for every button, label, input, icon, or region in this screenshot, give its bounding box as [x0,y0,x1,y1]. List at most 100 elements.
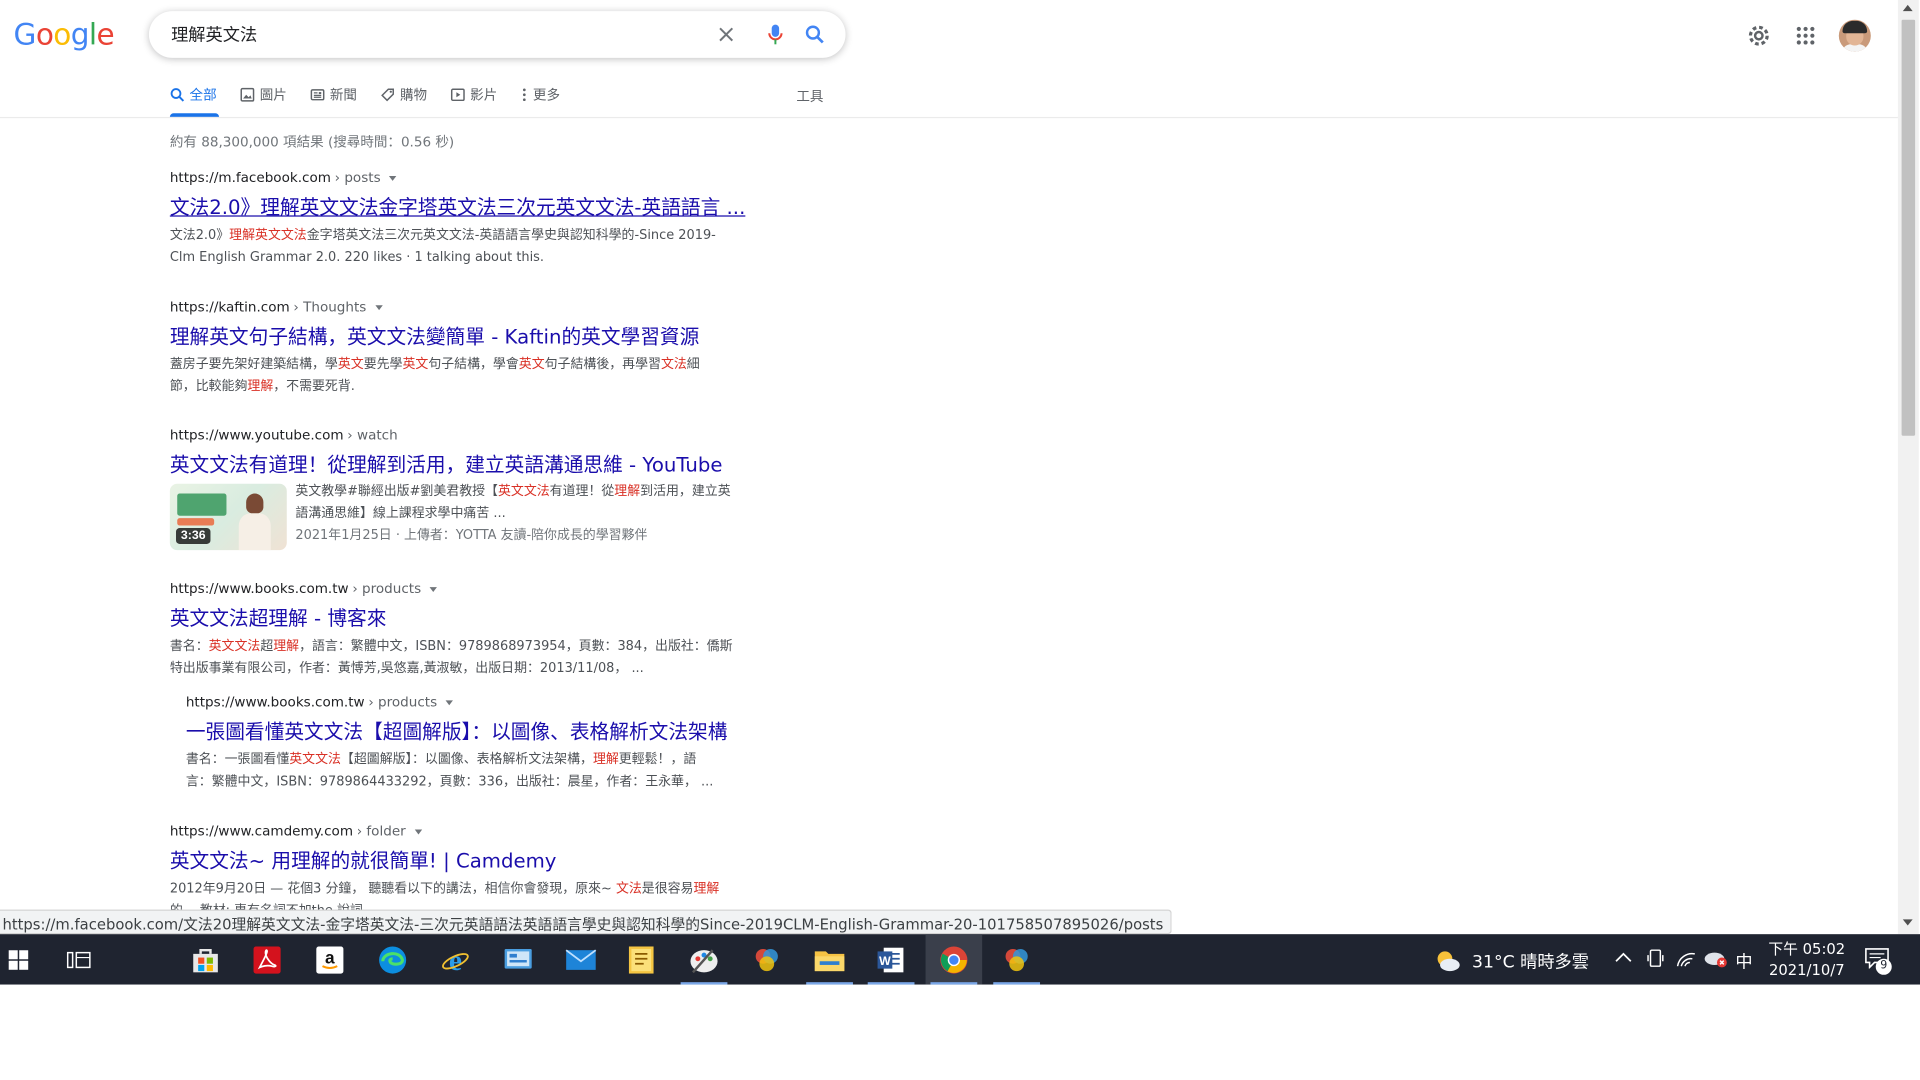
result-title-link[interactable]: 文法2.0》理解英文文法金字塔英文法三次元英文文法-英語語言 ... [170,194,773,221]
result-domain: https://www.books.com.tw [185,694,365,711]
clock-date[interactable]: 2021/10/7 [1763,961,1852,978]
result-stats: 約有 88,300,000 項結果 (搜尋時間：0.56 秒) [169,134,455,151]
thumbnail-board [177,493,227,516]
snippet-text: 句子結構後，再學習 [544,356,661,372]
tab-news[interactable]: 新聞 [310,84,357,106]
taskbar-chrome[interactable] [925,934,983,985]
result-menu-arrow-icon[interactable] [374,304,383,310]
result-url[interactable]: https://kaftin.com › Thoughts [170,298,773,316]
taskbar-paint[interactable] [676,934,733,985]
chevron-up-icon[interactable] [1615,951,1632,963]
scrollbar-thumb[interactable] [1901,19,1916,436]
video-thumbnail[interactable]: 3:36 [169,483,287,551]
snippet-highlight: 理解 [273,638,300,654]
taskbar-store[interactable] [177,934,234,984]
color-app-icon [1005,948,1028,971]
tab-videos[interactable]: 影片 [450,84,497,106]
snippet-highlight: 英文文法 [497,483,550,499]
result-menu-arrow-icon[interactable] [429,586,438,592]
start-button[interactable] [0,934,47,984]
desktop-below-taskbar [0,984,1920,1080]
taskbar-control-panel[interactable] [490,934,547,984]
task-view-icon [66,951,91,968]
snippet-line: 語溝通思維】線上課程求學中痛苦 ... [295,505,506,521]
taskbar-mail[interactable] [553,934,610,984]
snippet-highlight: 英文 [337,356,364,372]
snippet-line: 書名：英文文法超理解，語言：繁體中文，ISBN：9789868973954，頁數… [170,635,773,657]
ime-indicator[interactable]: 中 [1735,949,1752,974]
result-menu-arrow-icon[interactable] [389,175,397,181]
result-title-link[interactable]: 英文文法~ 用理解的就很簡單! | Camdemy [170,848,773,875]
snippet-highlight: 英文文法 [289,752,341,767]
onedrive-status-icon[interactable] [1703,949,1728,969]
snippet-highlight: 英文 [518,356,545,372]
snippet-text: 是很容易 [641,881,694,897]
amazon-icon: a [316,945,344,973]
result-domain: https://www.camdemy.com [169,823,354,840]
settings-gear-icon[interactable] [1744,21,1774,51]
snippet-highlight: 理解 [693,881,720,897]
result-title-link[interactable]: 英文文法有道理！從理解到活用，建立英語溝通思維 - YouTube [170,452,773,479]
search-icon[interactable] [802,22,827,47]
result-menu-arrow-icon[interactable] [445,699,454,705]
taskbar-acrobat[interactable] [239,934,296,984]
result-snippet: 文法2.0》理解英文文法金字塔英文法三次元英文文法-英語語言學史與認知科學的-S… [170,224,773,268]
result-domain: https://www.youtube.com [169,427,344,444]
clock-time[interactable]: 下午 05:02 [1763,938,1852,959]
clear-icon[interactable] [714,22,739,47]
result-menu-arrow-icon[interactable] [414,828,422,834]
result-domain: https://www.books.com.tw [169,580,349,597]
taskbar-file-explorer[interactable] [801,934,858,985]
google-logo[interactable]: Google [14,17,115,51]
device-icon[interactable] [1647,949,1664,969]
taskbar-amazon[interactable]: a [302,934,359,984]
scroll-down-arrow-icon[interactable] [1902,919,1913,926]
snippet-text: 書名： [169,638,209,654]
weather-text[interactable]: 31°C 晴時多雲 [1472,949,1589,974]
notification-center-button[interactable]: 9 [1865,946,1892,975]
snippet-text: 要先學 [363,356,403,372]
weather-partly-cloudy-icon[interactable] [1434,948,1461,973]
taskbar-app-colorful-2[interactable] [988,934,1045,985]
result-path: › Thoughts [293,299,367,316]
snippet-text: 超 [260,638,274,654]
result-url[interactable]: https://www.youtube.com › watch [170,426,773,444]
mail-icon [565,948,597,970]
taskbar-internet-explorer[interactable]: e [427,934,484,984]
image-icon [240,87,255,102]
taskbar-app-notebook[interactable] [613,934,670,984]
taskbar-app-colorful[interactable] [738,934,795,984]
taskbar-edge[interactable] [364,934,421,984]
tab-shopping[interactable]: 購物 [380,84,427,106]
result-title-link[interactable]: 英文文法超理解 - 博客來 [170,606,773,633]
microphone-icon[interactable] [763,22,788,47]
snippet-text: 2012年9月20日 — 花個3 分鐘， 聽聽看以下的講法，相信你會發現，原來~ [169,881,616,897]
search-input[interactable] [171,22,689,47]
tab-label: 全部 [189,87,217,104]
snippet-text: 【超圖解版】：以圖像、表格解析文法架構， [340,752,593,767]
wifi-icon[interactable] [1675,949,1697,969]
svg-text:W: W [879,953,891,967]
snippet-line: 英文教學#聯經出版#劉美君教授【英文文法有道理！從理解到活用，建立英 [295,480,769,502]
result-snippet: 英文教學#聯經出版#劉美君教授【英文文法有道理！從理解到活用，建立英 語溝通思維… [295,480,769,524]
snippet-text: 到活用，建立英 [640,483,731,499]
account-avatar[interactable] [1838,19,1871,52]
scroll-up-arrow-icon[interactable] [1902,4,1913,12]
svg-text:a: a [325,947,335,967]
task-view-button[interactable] [50,934,107,984]
tab-label: 影片 [470,87,498,104]
tools-button[interactable]: 工具 [796,86,823,106]
result-url[interactable]: https://m.facebook.com › posts [170,169,773,187]
result-title-link[interactable]: 理解英文句子結構，英文文法變簡單 - Kaftin的英文學習資源 [170,324,773,351]
result-url[interactable]: https://www.books.com.tw › products [186,693,764,711]
taskbar-word[interactable]: W [863,934,920,985]
result-title-link[interactable]: 一張圖看懂英文文法【超圖解版】：以圖像、表格解析文法架構 [186,719,764,746]
tab-images[interactable]: 圖片 [240,84,287,106]
search-result: https://m.facebook.com › posts 文法2.0》理解英文… [170,169,773,269]
result-url[interactable]: https://www.camdemy.com › folder [170,822,773,840]
tab-all[interactable]: 全部 [170,84,217,106]
tab-more[interactable]: 更多 [521,84,560,106]
result-domain: https://m.facebook.com [169,169,331,186]
apps-grid-icon[interactable] [1791,21,1821,51]
result-url[interactable]: https://www.books.com.tw › products [170,580,773,598]
